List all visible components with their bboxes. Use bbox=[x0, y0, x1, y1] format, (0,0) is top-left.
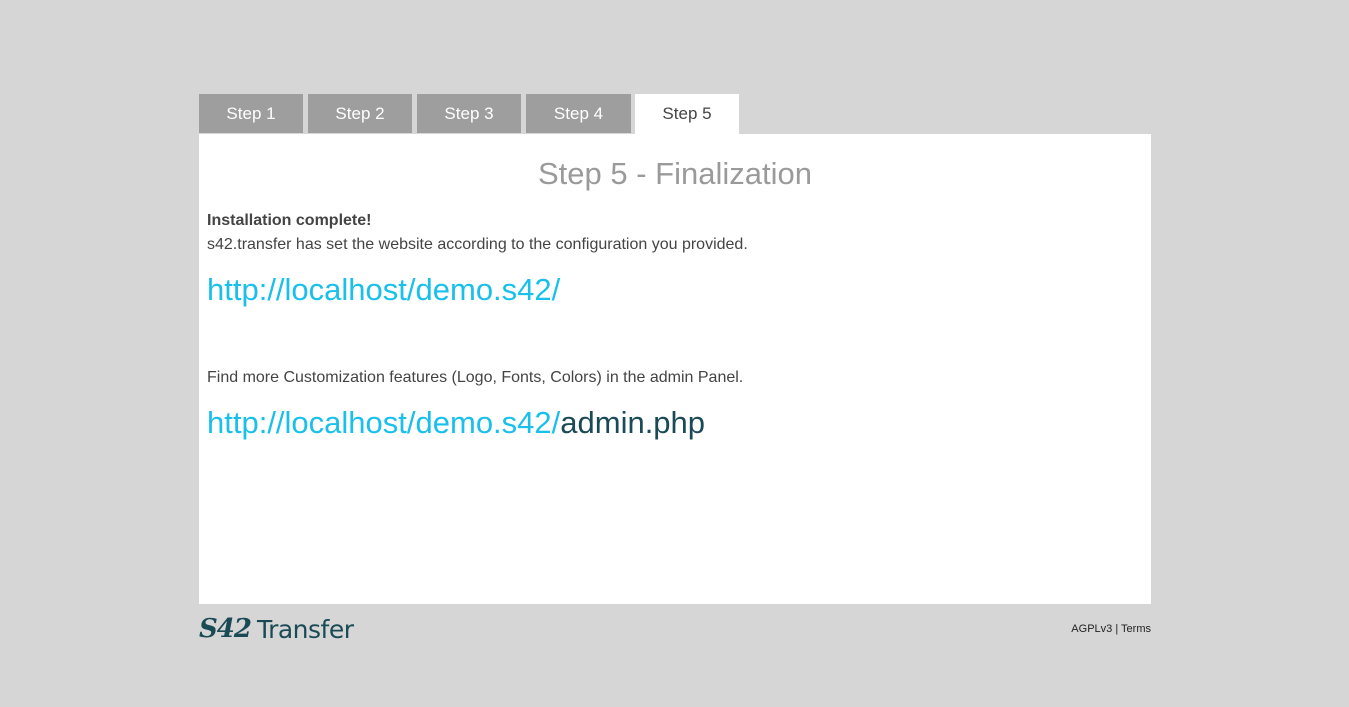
page-title: Step 5 - Finalization bbox=[538, 156, 812, 191]
license-link[interactable]: AGPLv3 bbox=[1071, 623, 1112, 635]
s42-transfer-logo: S42 Transfer bbox=[199, 613, 354, 645]
terms-link[interactable]: Terms bbox=[1121, 623, 1151, 635]
footer-separator: | bbox=[1115, 623, 1119, 635]
admin-url-base: http://localhost/demo.s42/ bbox=[207, 405, 561, 440]
admin-url-file: admin.php bbox=[560, 405, 706, 440]
footer-links: AGPLv3 | Terms bbox=[1071, 622, 1151, 636]
tab-step-2[interactable]: Step 2 bbox=[308, 94, 412, 133]
tab-step-4[interactable]: Step 4 bbox=[526, 94, 631, 133]
tab-step-3[interactable]: Step 3 bbox=[417, 94, 521, 133]
step-content-panel: Step 5 - Finalization Installation compl… bbox=[199, 134, 1151, 604]
installation-description: s42.transfer has set the website accordi… bbox=[207, 236, 748, 253]
tab-step-5[interactable]: Step 5 bbox=[635, 94, 739, 134]
logo-wordmark: Transfer bbox=[256, 614, 354, 644]
step-tabs: Step 1 Step 2 Step 3 Step 4 Step 5 bbox=[199, 94, 744, 134]
customization-note: Find more Customization features (Logo, … bbox=[207, 369, 744, 386]
installation-complete-heading: Installation complete! bbox=[207, 212, 372, 229]
tab-step-1[interactable]: Step 1 bbox=[199, 94, 303, 133]
logo-mark: S42 bbox=[199, 614, 252, 644]
site-url-link[interactable]: http://localhost/demo.s42/ bbox=[207, 271, 560, 309]
admin-url-link[interactable]: http://localhost/demo.s42/admin.php bbox=[207, 404, 705, 442]
